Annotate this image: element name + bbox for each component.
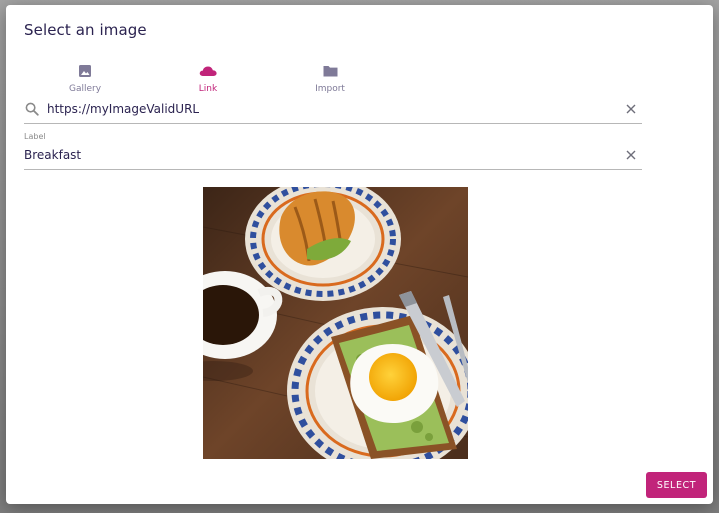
tab-gallery-label: Gallery	[68, 84, 102, 94]
source-tabs: Gallery Link Import	[6, 63, 713, 99]
cloud-icon	[199, 66, 217, 76]
url-input[interactable]	[47, 102, 607, 116]
close-icon[interactable]	[626, 104, 636, 114]
select-button[interactable]: SELECT	[646, 472, 707, 498]
dialog-title: Select an image	[24, 21, 147, 39]
tab-import[interactable]: Import	[295, 63, 365, 94]
label-field	[24, 146, 642, 170]
tab-link[interactable]: Link	[173, 63, 243, 94]
search-icon	[25, 102, 39, 116]
folder-icon	[323, 66, 337, 77]
label-field-caption: Label	[24, 132, 46, 141]
image-preview	[203, 187, 468, 459]
select-image-dialog: Select an image Gallery Link Import http…	[6, 5, 713, 504]
url-field	[24, 100, 642, 124]
tab-import-label: Import	[315, 84, 345, 94]
label-input[interactable]	[24, 148, 604, 162]
close-icon[interactable]	[626, 150, 636, 160]
image-icon	[79, 65, 91, 77]
breakfast-photo	[203, 187, 468, 459]
tab-link-label: Link	[198, 84, 218, 94]
tab-gallery[interactable]: Gallery	[50, 63, 120, 94]
